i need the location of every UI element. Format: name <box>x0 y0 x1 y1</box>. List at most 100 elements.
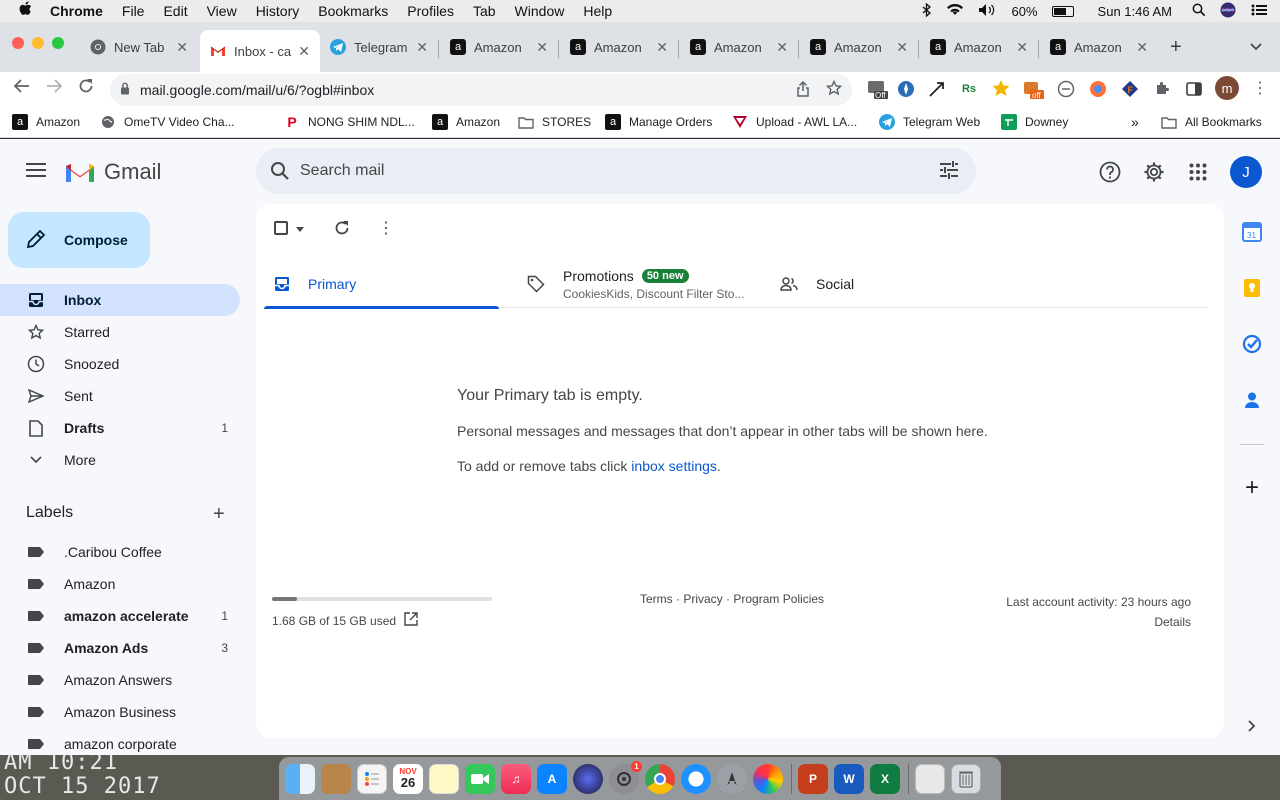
bookmark-ometv[interactable]: OmeTV Video Cha... <box>100 114 235 130</box>
close-tab-icon[interactable]: ✕ <box>656 39 668 56</box>
chrome-menu-icon[interactable]: ⋮ <box>1252 78 1268 98</box>
tab-amazon-3[interactable]: a Amazon ✕ <box>680 30 798 64</box>
close-tab-icon[interactable]: ✕ <box>298 43 310 60</box>
lock-icon[interactable] <box>120 82 130 98</box>
bluetooth-icon[interactable] <box>922 2 932 20</box>
bookmarks-overflow-chevron[interactable]: » <box>1131 114 1139 130</box>
menu-view[interactable]: View <box>207 3 237 19</box>
close-tab-icon[interactable]: ✕ <box>176 39 188 56</box>
account-avatar[interactable]: J <box>1230 156 1262 188</box>
bookmark-manage-orders[interactable]: a Manage Orders <box>605 114 712 130</box>
finder-icon[interactable] <box>285 763 315 794</box>
bookmark-amazon-2[interactable]: a Amazon <box>432 114 500 130</box>
bookmark-nong-shim[interactable]: P NONG SHIM NDL... <box>284 114 414 130</box>
gmail-logo[interactable]: Gmail <box>64 159 161 185</box>
tab-new-tab[interactable]: New Tab ✕ <box>80 30 198 64</box>
google-calendar-icon[interactable]: 31 <box>1240 220 1264 244</box>
documents-stack-icon[interactable] <box>915 763 945 794</box>
create-label-plus-icon[interactable]: + <box>213 503 225 526</box>
excel-icon[interactable]: X <box>870 763 900 794</box>
label-amazon[interactable]: Amazon <box>0 568 240 600</box>
menu-window[interactable]: Window <box>515 3 565 19</box>
sidebar-item-more[interactable]: More <box>0 444 240 476</box>
sidebar-item-drafts[interactable]: Drafts 1 <box>0 412 240 444</box>
powerpoint-icon[interactable]: P <box>798 763 828 794</box>
tab-promotions[interactable]: Promotions 50 new CookiesKids, Discount … <box>517 260 767 308</box>
extension-arrow-icon[interactable] <box>926 78 948 100</box>
control-center-icon[interactable] <box>1250 3 1268 20</box>
terms-link[interactable]: Terms <box>640 592 673 606</box>
menubar-clock[interactable]: Sun 1:46 AM <box>1098 4 1172 19</box>
inbox-settings-link[interactable]: inbox settings <box>631 458 717 474</box>
reminders-icon[interactable] <box>357 763 387 794</box>
label-amazon-accelerate[interactable]: amazon accelerate 1 <box>0 600 240 632</box>
tab-amazon-5[interactable]: a Amazon ✕ <box>920 30 1038 64</box>
help-icon[interactable] <box>1098 160 1122 184</box>
extension-link-icon[interactable] <box>1055 78 1077 100</box>
extension-firefox-icon[interactable] <box>1087 78 1109 100</box>
menu-file[interactable]: File <box>122 3 145 19</box>
get-addons-plus-icon[interactable]: + <box>1240 474 1264 501</box>
notes-icon[interactable] <box>429 763 459 794</box>
volume-icon[interactable] <box>978 3 998 20</box>
share-icon[interactable] <box>796 80 810 100</box>
main-menu-icon[interactable] <box>26 163 46 181</box>
menu-help[interactable]: Help <box>583 3 612 19</box>
all-bookmarks-button[interactable]: All Bookmarks <box>1161 114 1262 130</box>
back-arrow-icon[interactable] <box>10 78 34 99</box>
search-bar[interactable] <box>256 148 976 194</box>
close-tab-icon[interactable]: ✕ <box>416 39 428 56</box>
chrome-dock-icon[interactable] <box>645 763 675 794</box>
more-options-icon[interactable]: ⋮ <box>378 218 394 238</box>
search-input[interactable] <box>300 162 900 180</box>
close-window-button[interactable] <box>12 37 24 49</box>
tab-telegram[interactable]: Telegram ✕ <box>320 30 438 64</box>
close-tab-icon[interactable]: ✕ <box>776 39 788 56</box>
sidebar-item-starred[interactable]: Starred <box>0 316 240 348</box>
chrome-profile-avatar[interactable]: m <box>1215 76 1239 100</box>
activity-details-link[interactable]: Details <box>1006 612 1191 632</box>
google-keep-icon[interactable] <box>1240 276 1264 300</box>
forward-arrow-icon[interactable] <box>42 78 66 99</box>
tab-amazon-1[interactable]: a Amazon ✕ <box>440 30 558 64</box>
close-tab-icon[interactable]: ✕ <box>896 39 908 56</box>
address-bar[interactable]: mail.google.com/mail/u/6/?ogbl#inbox <box>110 74 852 106</box>
minimize-window-button[interactable] <box>32 37 44 49</box>
extensions-puzzle-icon[interactable] <box>1151 78 1173 100</box>
menu-app-chrome[interactable]: Chrome <box>50 3 103 19</box>
close-tab-icon[interactable]: ✕ <box>1016 39 1028 56</box>
menu-edit[interactable]: Edit <box>163 3 187 19</box>
music-icon[interactable]: ♫ <box>501 763 531 794</box>
siri-dock-icon[interactable] <box>573 763 603 794</box>
label-amazon-business[interactable]: Amazon Business <box>0 696 240 728</box>
new-tab-plus-icon[interactable]: + <box>1170 36 1182 59</box>
zoom-window-button[interactable] <box>52 37 64 49</box>
select-dropdown-caret-icon[interactable] <box>296 219 304 237</box>
reload-icon[interactable] <box>74 78 98 99</box>
app-store-icon[interactable]: A <box>537 763 567 794</box>
contacts-icon[interactable] <box>321 763 351 794</box>
search-options-tune-icon[interactable] <box>938 159 960 186</box>
photos-icon[interactable] <box>753 763 783 794</box>
tab-inbox[interactable]: Inbox - ca ✕ <box>200 30 320 72</box>
select-all-checkbox[interactable] <box>274 218 304 238</box>
extension-off-coupon-icon[interactable]: off <box>1022 78 1044 100</box>
extension-star-icon[interactable] <box>990 78 1012 100</box>
menu-tab[interactable]: Tab <box>473 3 496 19</box>
bookmark-star-icon[interactable] <box>825 79 843 101</box>
tab-search-chevron-icon[interactable] <box>1250 40 1262 54</box>
wifi-icon[interactable] <box>946 3 964 19</box>
apps-grid-icon[interactable] <box>1186 160 1210 184</box>
bookmark-amazon-1[interactable]: a Amazon <box>12 114 80 130</box>
battery-icon[interactable] <box>1051 5 1074 17</box>
calendar-app-icon[interactable]: NOV 26 <box>393 763 423 794</box>
menu-profiles[interactable]: Profiles <box>407 3 454 19</box>
word-icon[interactable]: W <box>834 763 864 794</box>
bookmark-telegram-web[interactable]: Telegram Web <box>879 114 980 130</box>
close-tab-icon[interactable]: ✕ <box>536 39 548 56</box>
storage-usage-bar[interactable] <box>272 597 492 601</box>
program-policies-link[interactable]: Program Policies <box>733 592 824 606</box>
bookmark-upload-awl[interactable]: Upload - AWL LA... <box>732 114 857 130</box>
menu-history[interactable]: History <box>256 3 300 19</box>
open-storage-external-icon[interactable] <box>404 612 418 629</box>
